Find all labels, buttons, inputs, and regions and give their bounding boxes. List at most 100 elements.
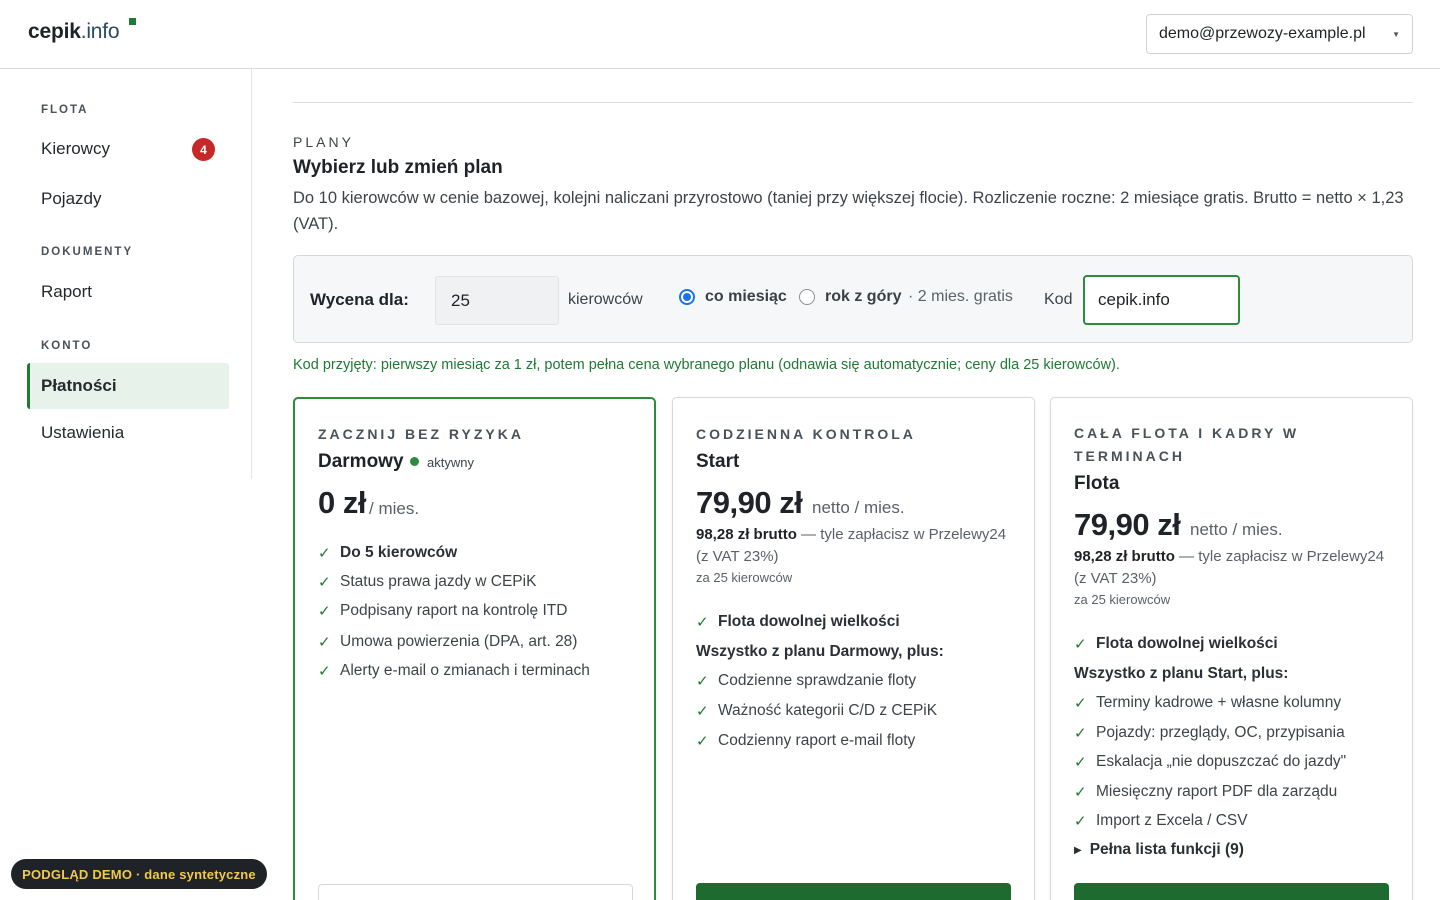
plan-kicker: CAŁA FLOTA I KADRY W TERMINACH: [1074, 425, 1300, 464]
sidebar-item-label: Raport: [41, 282, 93, 301]
feature-text: Do 5 kierowców: [340, 544, 458, 561]
feature-text: Podpisany raport na kontrolę ITD: [340, 602, 568, 619]
check-icon: ✓: [318, 574, 331, 591]
sidebar-item-label: Ustawienia: [41, 423, 125, 442]
account-email: demo@przewozy-example.pl: [1159, 25, 1366, 42]
feature-list-toggle[interactable]: ▶ Pełna lista funkcji (9): [1074, 841, 1244, 859]
plan-gross-price: 98,28 zł brutto — tyle zapłacisz w Przel…: [1074, 546, 1394, 590]
plan-includes: Wszystko z planu Start, plus:: [1074, 665, 1289, 682]
plan-feature: ✓ Flota dowolnej wielkości: [1074, 635, 1278, 653]
plan-select-button[interactable]: [696, 883, 1011, 900]
plan-feature: ✓ Eskalacja „nie dopuszczać do jazdy": [1074, 753, 1346, 771]
plan-gross-price: 98,28 zł brutto — tyle zapłacisz w Przel…: [696, 524, 1016, 568]
check-icon: ✓: [1074, 784, 1087, 801]
plan-status-text: aktywny: [427, 455, 474, 470]
gross-amount: 98,28 zł brutto: [1074, 548, 1175, 565]
check-icon: ✓: [696, 614, 709, 631]
plan-feature: ✓ Import z Excela / CSV: [1074, 812, 1248, 830]
check-icon: ✓: [1074, 754, 1087, 771]
divider: [293, 102, 1413, 103]
promo-code-input[interactable]: cepik.info: [1083, 275, 1240, 325]
plan-kicker: CODZIENNA KONTROLA: [696, 426, 916, 442]
billing-yearly-radio[interactable]: [799, 289, 815, 305]
sidebar-section-dokumenty: DOKUMENTY: [41, 246, 134, 258]
sidebar-section-konto: KONTO: [41, 340, 93, 352]
plan-price: 79,90 zł: [1074, 507, 1181, 542]
check-icon: ✓: [696, 733, 709, 750]
plan-name: Darmowy: [318, 451, 404, 472]
demo-mode-badge: PODGLĄD DEMO · dane syntetyczne: [11, 859, 267, 889]
plan-price-basis: za 25 kierowców: [696, 570, 793, 585]
check-icon: ✓: [318, 545, 331, 562]
promo-code-status: Kod przyjęty: pierwszy miesiąc za 1 zł, …: [293, 357, 1120, 373]
plan-feature: ✓ Podpisany raport na kontrolę ITD: [318, 602, 567, 620]
section-kicker: PLANY: [293, 134, 354, 150]
check-icon: ✓: [1074, 695, 1087, 712]
billing-yearly-label[interactable]: rok z góry: [825, 288, 901, 306]
plan-feature: ✓ Codzienny raport e-mail floty: [696, 732, 915, 750]
feature-text: Codzienne sprawdzanie floty: [718, 672, 917, 689]
feature-text: Import z Excela / CSV: [1096, 812, 1248, 829]
status-dot-icon: [410, 457, 419, 466]
plan-feature: ✓ Ważność kategorii C/D z CEPiK: [696, 702, 937, 720]
feature-list-toggle-label: Pełna lista funkcji (9): [1089, 841, 1244, 858]
page-title: Wybierz lub zmień plan: [293, 157, 503, 178]
pricing-calculator: Wycena dla: 25 kierowców co miesiąc rok …: [293, 255, 1413, 343]
plan-feature: ✓ Codzienne sprawdzanie floty: [696, 672, 916, 690]
caret-down-icon: ▼: [1392, 29, 1400, 39]
sidebar-item-raport[interactable]: Raport: [27, 269, 229, 315]
feature-text: Eskalacja „nie dopuszczać do jazdy": [1096, 753, 1347, 770]
plan-feature: ✓ Terminy kadrowe + własne kolumny: [1074, 694, 1341, 712]
billing-yearly-discount: · 2 mies. gratis: [908, 288, 1013, 305]
sidebar-item-ustawienia[interactable]: Ustawienia: [27, 410, 229, 456]
plan-feature: ✓ Do 5 kierowców: [318, 544, 457, 562]
check-icon: ✓: [696, 673, 709, 690]
sidebar-item-label: Płatności: [41, 376, 117, 395]
plan-price: 79,90 zł: [696, 485, 803, 520]
plan-price-period: netto / mies.: [812, 498, 905, 517]
sidebar-item-label: Kierowcy: [41, 139, 110, 158]
check-icon: ✓: [318, 603, 331, 620]
sidebar-item-kierowcy[interactable]: Kierowcy 4: [27, 126, 229, 172]
plan-current-button[interactable]: [318, 884, 633, 900]
sidebar-item-platnosci[interactable]: Płatności: [27, 363, 229, 409]
check-icon: ✓: [1074, 813, 1087, 830]
logo-square-icon: [129, 18, 136, 25]
account-menu-button[interactable]: demo@przewozy-example.pl ▼: [1146, 14, 1413, 54]
feature-text: Codzienny raport e-mail floty: [718, 732, 916, 749]
drivers-count-input[interactable]: 25: [435, 276, 559, 325]
plan-card-start: CODZIENNA KONTROLA Start 79,90 zł netto …: [672, 397, 1035, 900]
top-bar: cepik.info demo@przewozy-example.pl ▼: [0, 0, 1440, 69]
plan-kicker: ZACZNIJ BEZ RYZYKA: [318, 426, 524, 442]
drivers-unit-label: kierowców: [568, 291, 643, 308]
feature-text: Umowa powierzenia (DPA, art. 28): [340, 633, 578, 650]
feature-text: Flota dowolnej wielkości: [1096, 635, 1278, 652]
sidebar-item-pojazdy[interactable]: Pojazdy: [27, 176, 229, 222]
plan-price: 0 zł: [318, 485, 366, 520]
plan-card-flota: CAŁA FLOTA I KADRY W TERMINACH Flota 79,…: [1050, 397, 1413, 900]
feature-text: Ważność kategorii C/D z CEPiK: [718, 702, 938, 719]
notification-badge: 4: [192, 138, 215, 161]
plan-feature: ✓ Pojazdy: przeglądy, OC, przypisania: [1074, 724, 1345, 742]
triangle-right-icon: ▶: [1074, 845, 1082, 856]
billing-monthly-radio[interactable]: [679, 289, 695, 305]
plan-price-period: / mies.: [369, 499, 420, 518]
promo-code-label: Kod: [1044, 291, 1073, 308]
sidebar: FLOTA Kierowcy 4 Pojazdy DOKUMENTY Rapor…: [0, 69, 252, 479]
logo[interactable]: cepik.info: [28, 18, 136, 44]
plan-select-button[interactable]: [1074, 883, 1389, 900]
plan-includes: Wszystko z planu Darmowy, plus:: [696, 643, 944, 660]
plan-name: Flota: [1074, 473, 1120, 494]
plan-price-basis: za 25 kierowców: [1074, 592, 1171, 607]
plan-status: aktywny: [410, 455, 474, 470]
plan-feature: ✓ Miesięczny raport PDF dla zarządu: [1074, 783, 1337, 801]
check-icon: ✓: [318, 663, 331, 680]
plan-feature: ✓ Umowa powierzenia (DPA, art. 28): [318, 633, 577, 651]
feature-text: Terminy kadrowe + własne kolumny: [1096, 694, 1342, 711]
check-icon: ✓: [1074, 725, 1087, 742]
billing-monthly-label[interactable]: co miesiąc: [705, 288, 787, 306]
check-icon: ✓: [696, 703, 709, 720]
plan-name: Start: [696, 451, 740, 472]
plan-card-darmowy: ZACZNIJ BEZ RYZYKA Darmowy aktywny 0 zł …: [293, 397, 656, 900]
pricing-label: Wycena dla:: [310, 290, 409, 309]
